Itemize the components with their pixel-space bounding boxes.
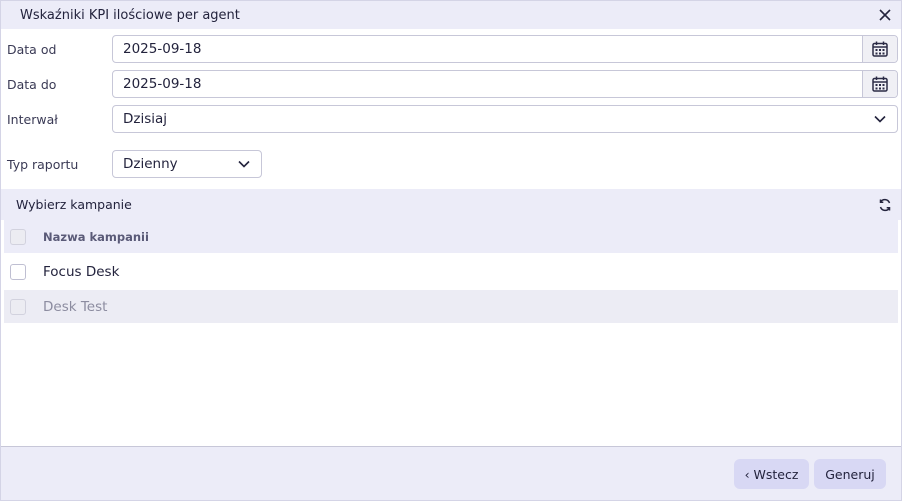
date-from-value[interactable]: 2025-09-18 [113, 41, 862, 57]
select-all-cell [4, 220, 31, 253]
table-row[interactable]: Focus Desk [4, 255, 898, 288]
interval-label: Interwał [7, 111, 58, 127]
campaigns-table: Nazwa kampanii Focus Desk Desk Test [4, 220, 898, 325]
dialog-title: Wskaźniki KPI ilościowe per agent [20, 7, 240, 23]
campaigns-title: Wybierz kampanie [16, 197, 132, 212]
date-to-calendar-button[interactable] [862, 71, 897, 97]
row-checkbox-cell [4, 290, 31, 323]
interval-select[interactable]: Dzisiaj [112, 105, 898, 133]
report-type-row: Typ raportu Dzienny [1, 149, 901, 179]
report-type-label: Typ raportu [7, 156, 79, 172]
select-all-checkbox[interactable] [9, 228, 26, 245]
row-checkbox[interactable] [9, 298, 26, 315]
campaign-name[interactable]: Desk Test [31, 290, 898, 323]
row-checkbox[interactable] [9, 263, 26, 280]
interval-value[interactable]: Dzisiaj [113, 111, 873, 127]
date-to-label: Data do [7, 76, 57, 92]
date-from-row: Data od 2025-09-18 [1, 34, 901, 64]
generate-button[interactable]: Generuj [814, 459, 886, 489]
campaign-name[interactable]: Focus Desk [31, 255, 898, 288]
kpi-report-dialog: Wskaźniki KPI ilościowe per agent Data o… [0, 0, 902, 501]
chevron-down-icon[interactable] [873, 112, 887, 126]
date-from-label: Data od [7, 41, 57, 57]
campaigns-section-header: Wybierz kampanie [1, 189, 901, 220]
table-header-row: Nazwa kampanii [4, 220, 898, 253]
report-type-select[interactable]: Dzienny [112, 150, 262, 178]
close-icon[interactable] [877, 7, 893, 23]
dialog-footer: ‹ Wstecz Generuj [1, 446, 901, 500]
report-type-value[interactable]: Dzienny [113, 156, 237, 172]
date-to-row: Data do 2025-09-18 [1, 69, 901, 99]
calendar-icon [872, 41, 888, 57]
date-to-value[interactable]: 2025-09-18 [113, 76, 862, 92]
date-from-calendar-button[interactable] [862, 36, 897, 62]
date-to-field[interactable]: 2025-09-18 [112, 70, 898, 98]
column-header-name[interactable]: Nazwa kampanii [31, 220, 898, 253]
refresh-icon[interactable] [877, 197, 893, 213]
back-button[interactable]: ‹ Wstecz [734, 459, 809, 489]
dialog-titlebar: Wskaźniki KPI ilościowe per agent [1, 1, 901, 29]
interval-row: Interwał Dzisiaj [1, 104, 901, 134]
date-from-field[interactable]: 2025-09-18 [112, 35, 898, 63]
table-row[interactable]: Desk Test [4, 290, 898, 323]
row-checkbox-cell [4, 255, 31, 288]
calendar-icon [872, 76, 888, 92]
chevron-down-icon[interactable] [237, 157, 251, 171]
